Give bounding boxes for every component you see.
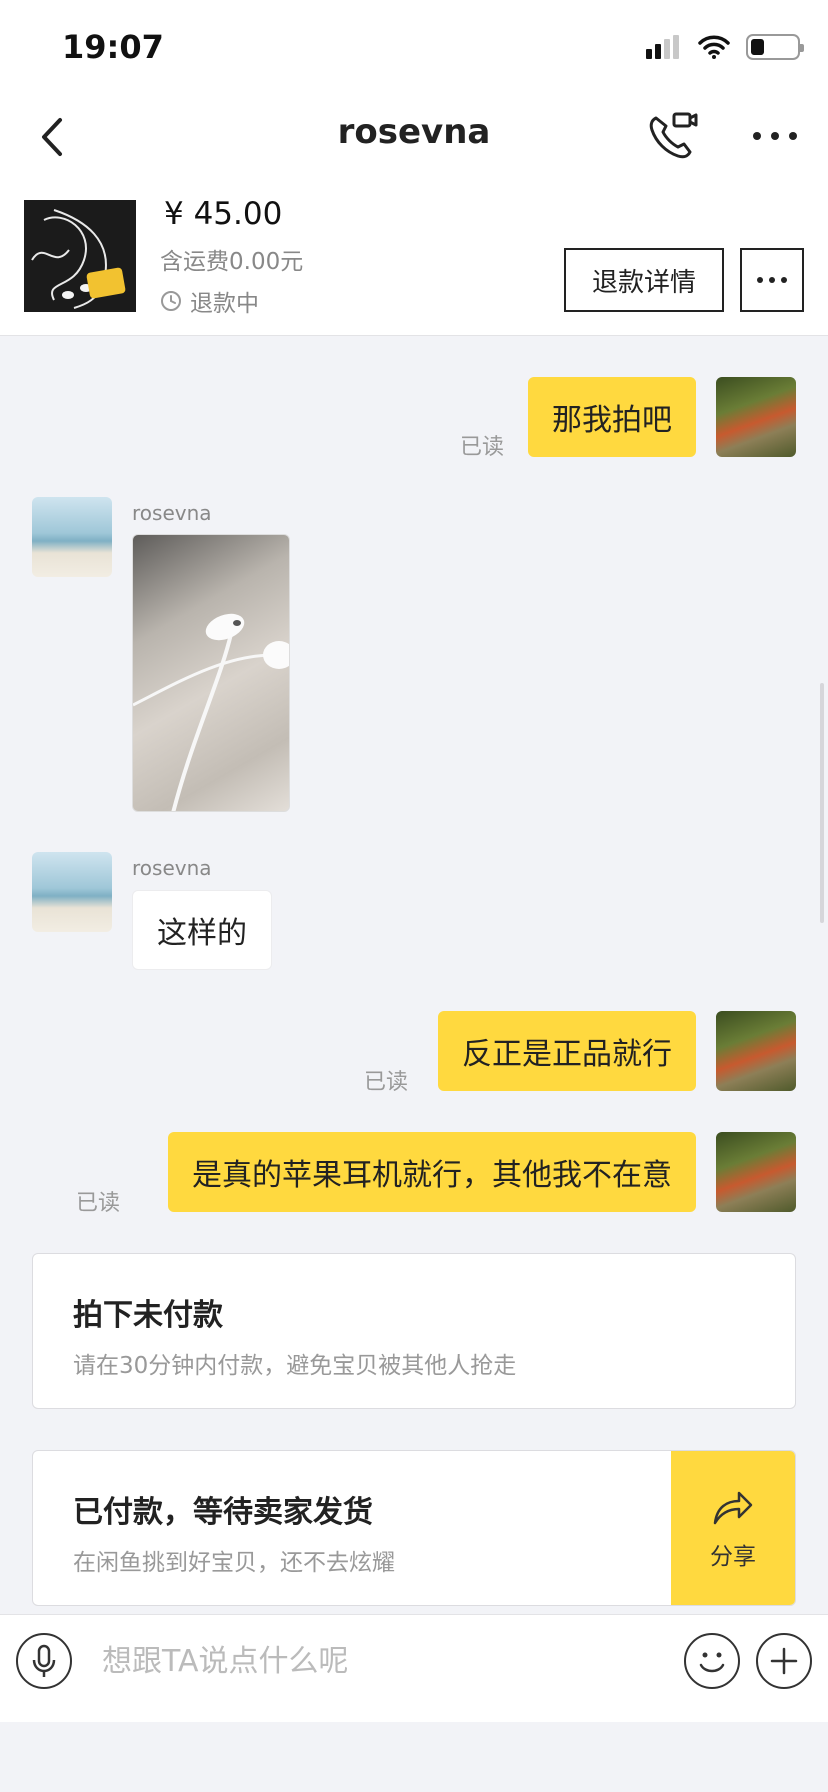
signal-icon — [646, 35, 679, 59]
chat-area[interactable]: 已读 那我拍吧 rosevna rosevna 这样的 已读 反正是正品就行 已… — [0, 337, 828, 1614]
read-receipt: 已读 — [364, 1070, 409, 1095]
avatar-self[interactable] — [716, 377, 796, 457]
page-title: rosevna — [337, 112, 491, 152]
product-shipping: 含运费0.00元 — [160, 249, 304, 275]
status-time: 19:07 — [62, 28, 164, 66]
read-receipt: 已读 — [460, 435, 505, 460]
message-bubble-incoming[interactable]: 这样的 — [132, 890, 272, 970]
nav-bar: rosevna — [0, 96, 828, 186]
avatar-rosevna[interactable] — [32, 852, 112, 932]
refund-details-button[interactable]: 退款详情 — [564, 248, 724, 312]
product-price: ¥ 45.00 — [164, 196, 283, 232]
order-card-unpaid[interactable]: 拍下未付款 请在30分钟内付款，避免宝贝被其他人抢走 — [32, 1253, 796, 1409]
message-bubble-outgoing[interactable]: 反正是正品就行 — [438, 1011, 696, 1091]
card-subtitle: 在闲鱼挑到好宝贝，还不去炫耀 — [73, 1550, 395, 1576]
scrollbar[interactable] — [820, 683, 824, 923]
product-more-button[interactable] — [740, 248, 804, 312]
message-bubble-outgoing[interactable]: 那我拍吧 — [528, 377, 696, 457]
clock-icon — [161, 291, 181, 311]
order-card-paid[interactable]: 已付款，等待卖家发货 在闲鱼挑到好宝贝，还不去炫耀 分享 — [32, 1450, 796, 1606]
status-bar: 19:07 — [0, 0, 828, 96]
battery-icon — [746, 34, 804, 60]
phone-video-icon[interactable] — [644, 108, 700, 164]
message-bubble-outgoing[interactable]: 是真的苹果耳机就行，其他我不在意 — [168, 1132, 696, 1212]
avatar-rosevna[interactable] — [32, 497, 112, 577]
message-input[interactable] — [90, 1629, 670, 1693]
share-button[interactable]: 分享 — [671, 1451, 795, 1605]
card-title: 已付款，等待卖家发货 — [73, 1495, 373, 1530]
sender-name: rosevna — [132, 856, 212, 880]
sender-name: rosevna — [132, 501, 212, 525]
refund-status-label: 退款中 — [190, 291, 259, 317]
read-receipt: 已读 — [76, 1191, 121, 1216]
share-icon — [713, 1491, 753, 1525]
emoji-icon — [699, 1652, 725, 1673]
photo-message[interactable] — [132, 534, 290, 812]
card-title: 拍下未付款 — [73, 1298, 223, 1333]
emoji-button[interactable] — [684, 1633, 740, 1689]
input-bar — [0, 1614, 828, 1722]
card-subtitle: 请在30分钟内付款，避免宝贝被其他人抢走 — [73, 1353, 517, 1379]
plus-icon — [770, 1647, 798, 1675]
share-label: 分享 — [710, 1544, 756, 1570]
mic-icon — [32, 1644, 56, 1677]
wifi-icon — [698, 35, 730, 59]
avatar-self[interactable] — [716, 1132, 796, 1212]
refund-status: 退款中 — [160, 284, 259, 318]
avatar-self[interactable] — [716, 1011, 796, 1091]
product-thumbnail[interactable] — [24, 200, 136, 312]
more-icon[interactable] — [752, 124, 798, 148]
voice-button[interactable] — [16, 1633, 72, 1689]
product-bar: ¥ 45.00 含运费0.00元 退款中 退款详情 — [0, 186, 828, 336]
plus-button[interactable] — [756, 1633, 812, 1689]
status-icons — [646, 34, 804, 60]
